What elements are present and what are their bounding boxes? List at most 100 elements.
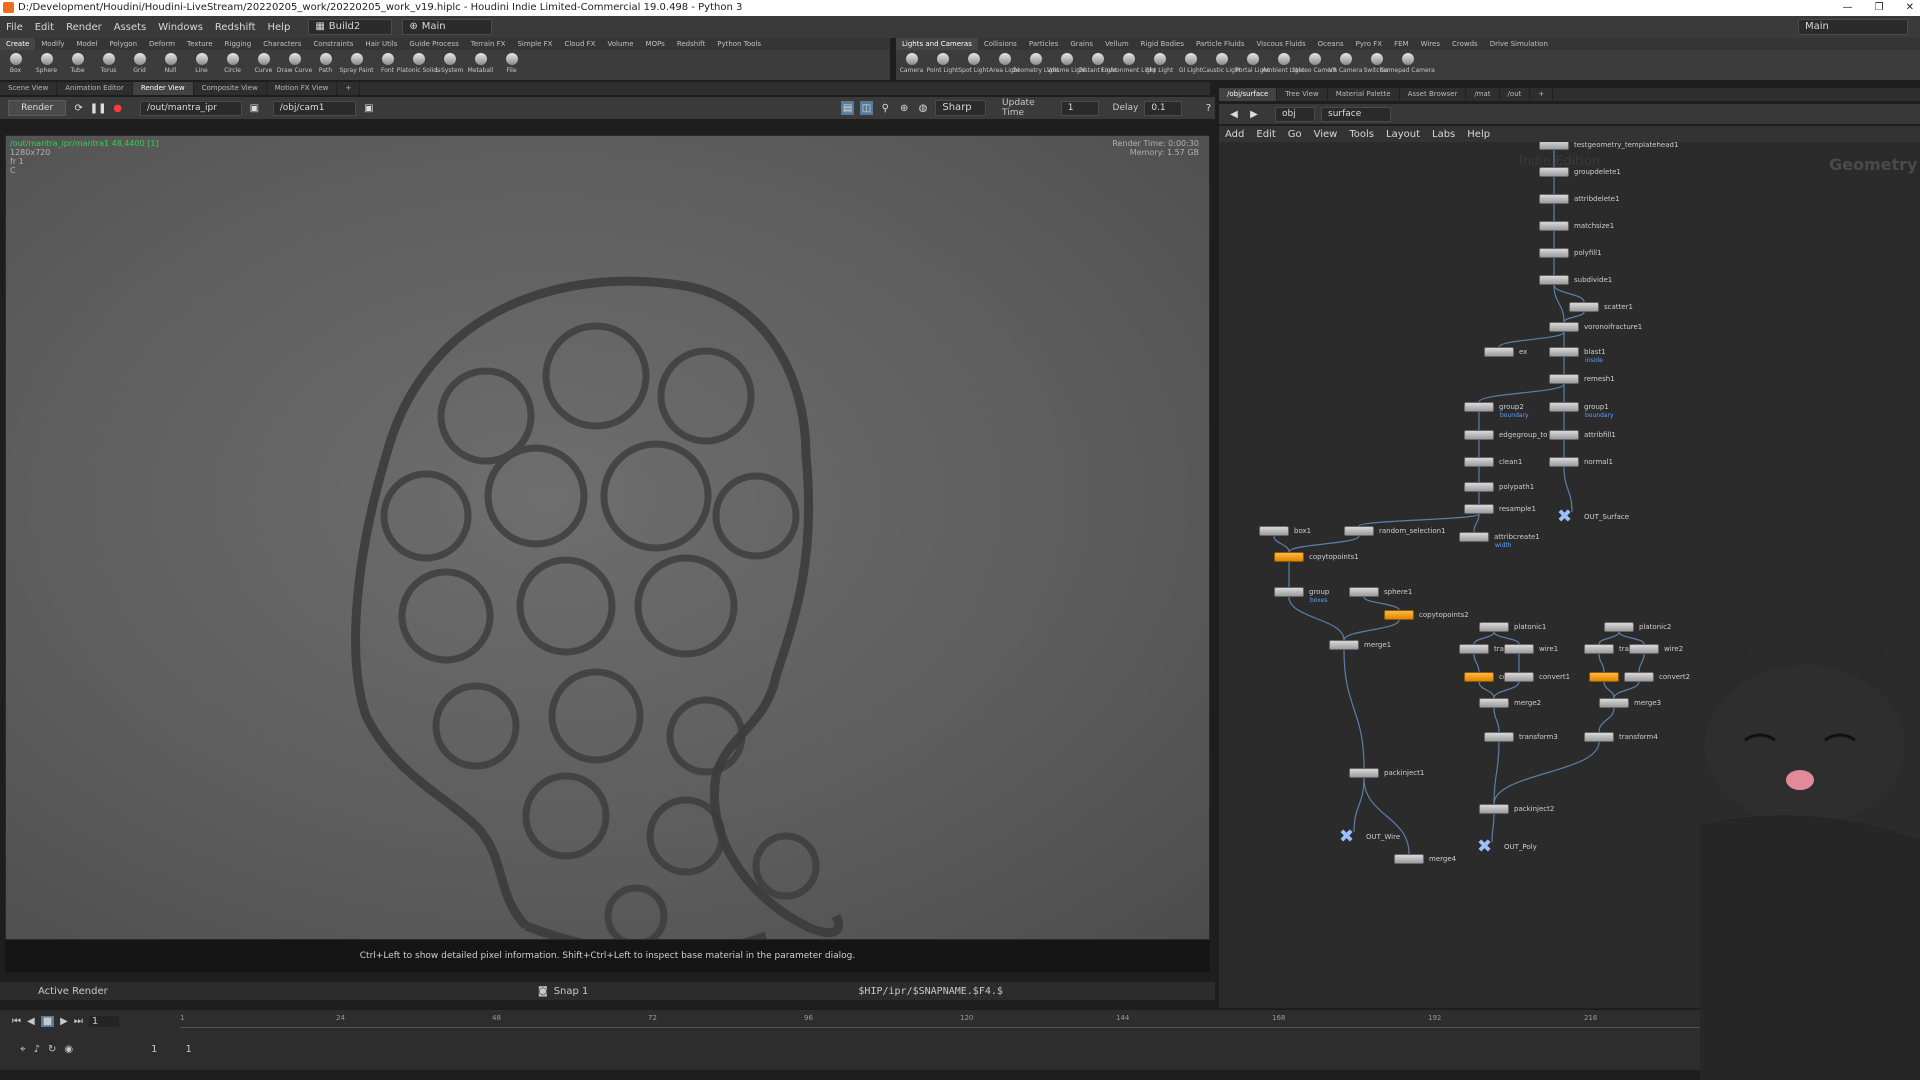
node-26[interactable]: copytopoints2 (1384, 610, 1469, 620)
forward-icon[interactable]: ▶ (1247, 107, 1261, 121)
shelf-right-tool-5[interactable]: Volume Light (1047, 50, 1086, 80)
shelf-right-tool-2[interactable]: Spot Light (958, 50, 989, 80)
shelf-left-tool-9[interactable]: Draw Curve (277, 50, 312, 80)
tab-material-palette[interactable]: Material Palette (1328, 88, 1400, 101)
right-main-select[interactable]: Main (1798, 19, 1908, 35)
snapshot-output-path[interactable]: $HIP/ipr/$SNAPNAME.$F4.$ (858, 986, 1003, 997)
region-toggle-icon[interactable]: ◫ (860, 101, 873, 115)
shelf-tab-right-13[interactable]: Drive Simulation (1484, 38, 1554, 50)
rop-select-icon[interactable]: ▣ (248, 101, 261, 115)
path-root[interactable]: obj (1275, 106, 1315, 122)
shelf-right-tool-12[interactable]: Ambient Light (1262, 50, 1305, 80)
snapshot-field[interactable]: ◙ Snap 1 (538, 986, 588, 997)
shelf-tab-left-0[interactable]: Create (0, 38, 36, 50)
shelf-right-tool-0[interactable]: Camera (896, 50, 927, 80)
menu-windows[interactable]: Windows (152, 22, 209, 33)
shelf-tab-right-0[interactable]: Lights and Cameras (896, 38, 978, 50)
shelf-right-tool-7[interactable]: Environment Light (1101, 50, 1156, 80)
shelf-left-tool-0[interactable]: Box (0, 50, 31, 80)
node-41[interactable]: transform4 (1584, 732, 1658, 742)
tab-tree-view[interactable]: Tree View (1277, 88, 1328, 101)
shelf-left-tool-14[interactable]: L-System (434, 50, 465, 80)
net-menu-go[interactable]: Go (1282, 129, 1308, 140)
net-menu-view[interactable]: View (1308, 129, 1344, 140)
shelf-tab-right-7[interactable]: Viscous Fluids (1251, 38, 1312, 50)
node-29[interactable]: merge1 (1329, 640, 1391, 650)
shelf-tab-right-3[interactable]: Grains (1064, 38, 1099, 50)
tab-motion-fx-view[interactable]: Motion FX View (267, 82, 338, 95)
node-9[interactable]: blast1 inside (1549, 347, 1606, 364)
play-icon[interactable]: ▶ (60, 1016, 68, 1027)
minimize-button[interactable]: — (1843, 0, 1853, 16)
shelf-tab-left-17[interactable]: Python Tools (711, 38, 767, 50)
tab-obj-surface[interactable]: /obj/surface (1219, 88, 1278, 101)
tab-mat[interactable]: /mat (1466, 88, 1500, 101)
shelf-tab-left-9[interactable]: Hair Utils (359, 38, 403, 50)
shelf-right-tool-9[interactable]: GI Light (1175, 50, 1206, 80)
shelf-right-tool-1[interactable]: Point Light (927, 50, 958, 80)
range-start2-field[interactable]: 1 (186, 1044, 192, 1055)
add-tab-button-right[interactable]: + (1530, 88, 1554, 101)
shelf-left-tool-10[interactable]: Path (310, 50, 341, 80)
shelf-tab-right-11[interactable]: Wires (1415, 38, 1446, 50)
node-15[interactable]: clean1 (1464, 457, 1522, 467)
shelf-left-tool-3[interactable]: Torus (93, 50, 124, 80)
node-3[interactable]: matchsize1 (1539, 221, 1614, 231)
shelf-right-tool-16[interactable]: Gamepad Camera (1380, 50, 1435, 80)
shelf-tab-left-3[interactable]: Polygon (104, 38, 144, 50)
node-14[interactable]: attribfill1 (1549, 430, 1616, 440)
realtime-icon[interactable]: ◉ (64, 1044, 73, 1055)
node-8[interactable]: ex (1484, 347, 1527, 357)
shelf-right-tool-3[interactable]: Area Light (989, 50, 1020, 80)
shelf-right-tool-4[interactable]: Geometry Light (1012, 50, 1059, 80)
shelf-tab-right-9[interactable]: Pyro FX (1350, 38, 1388, 50)
tab-composite-view[interactable]: Composite View (194, 82, 267, 95)
shelf-tab-right-8[interactable]: Oceans (1312, 38, 1350, 50)
node-32[interactable]: tra (1584, 644, 1629, 654)
shelf-tab-right-1[interactable]: Collisions (978, 38, 1023, 50)
node-42[interactable]: packinject1 (1349, 768, 1424, 778)
shelf-tab-left-15[interactable]: MOPs (640, 38, 671, 50)
net-menu-layout[interactable]: Layout (1380, 129, 1426, 140)
shelf-tab-right-6[interactable]: Particle Fluids (1190, 38, 1251, 50)
pause-icon[interactable]: ❚❚ (90, 101, 107, 115)
node-28[interactable]: platonic2 (1604, 622, 1671, 632)
node-19[interactable]: resample1 (1464, 504, 1536, 514)
shelf-tab-left-8[interactable]: Constraints (307, 38, 359, 50)
node-6[interactable]: scatter1 (1569, 302, 1633, 312)
shelf-tab-left-16[interactable]: Redshift (671, 38, 711, 50)
shelf-right-tool-14[interactable]: VR Camera (1329, 50, 1362, 80)
node-17[interactable]: polypath1 (1464, 482, 1534, 492)
tab-animation-editor[interactable]: Animation Editor (57, 82, 133, 95)
node-21[interactable]: random_selection1 (1344, 526, 1446, 536)
shelf-left-tool-1[interactable]: Sphere (31, 50, 62, 80)
node-1[interactable]: groupdelete1 (1539, 167, 1621, 177)
shelf-tab-left-5[interactable]: Texture (181, 38, 219, 50)
camera-path-field[interactable]: /obj/cam1 (272, 100, 357, 116)
node-4[interactable]: polyfill1 (1539, 248, 1602, 258)
node-39[interactable]: merge3 (1599, 698, 1661, 708)
shelf-tab-left-2[interactable]: Model (70, 38, 103, 50)
shelf-left-tool-5[interactable]: Null (155, 50, 186, 80)
shelf-left-tool-8[interactable]: Curve (248, 50, 279, 80)
shelf-tab-left-11[interactable]: Terrain FX (465, 38, 512, 50)
menu-assets[interactable]: Assets (108, 22, 153, 33)
stop-icon[interactable]: ■ (40, 1016, 55, 1027)
refresh-icon[interactable]: ⟳ (72, 101, 85, 115)
menu-edit[interactable]: Edit (29, 22, 60, 33)
main-context-select[interactable]: ⊕ Main (402, 19, 493, 35)
stop-render-icon[interactable]: ● (111, 101, 124, 115)
net-menu-help[interactable]: Help (1461, 129, 1496, 140)
node-5[interactable]: subdivide1 (1539, 275, 1612, 285)
shelf-left-tool-7[interactable]: Circle (217, 50, 248, 80)
node-27[interactable]: platonic1 (1479, 622, 1546, 632)
node-24[interactable]: group boxes (1274, 587, 1329, 604)
menu-file[interactable]: File (0, 22, 29, 33)
shelf-left-tool-4[interactable]: Grid (124, 50, 155, 80)
path-current[interactable]: surface (1321, 106, 1391, 122)
tab-scene-view[interactable]: Scene View (0, 82, 58, 95)
loop-icon[interactable]: ↻ (48, 1044, 56, 1055)
shelf-tab-right-2[interactable]: Particles (1023, 38, 1065, 50)
shelf-tab-left-6[interactable]: Rigging (219, 38, 258, 50)
net-menu-tools[interactable]: Tools (1343, 129, 1380, 140)
